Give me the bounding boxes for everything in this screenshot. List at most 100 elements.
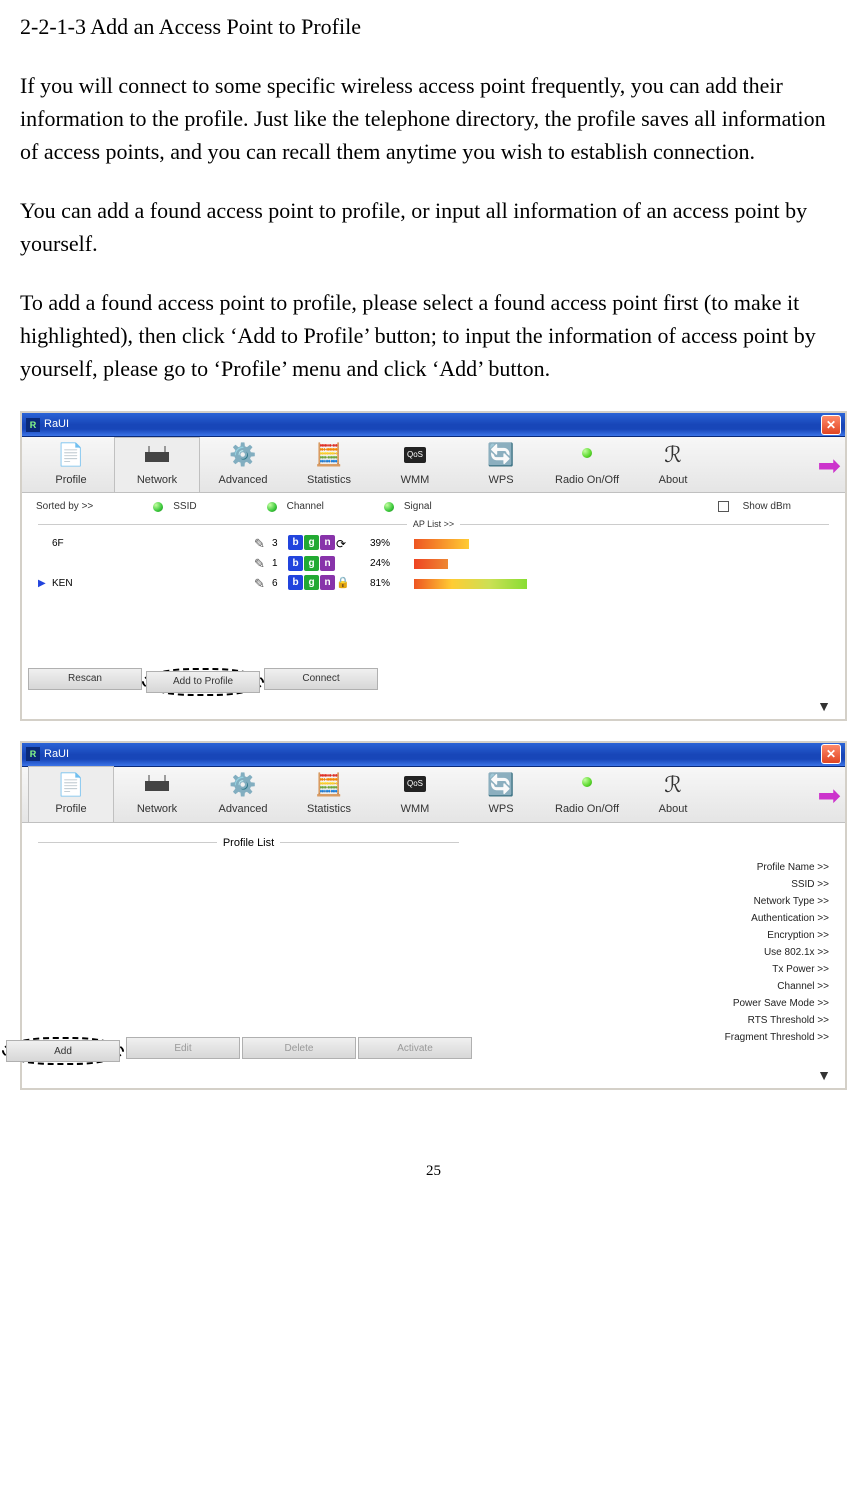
radio-dot-icon[interactable] [267,502,277,512]
activate-button[interactable]: Activate [358,1037,472,1059]
app-icon: R [26,418,40,432]
ap-row[interactable]: ✎ 1 b g n 24% [28,554,839,574]
tab-advanced-label: Advanced [200,801,286,818]
tab-statistics-label: Statistics [286,472,372,489]
sort-channel[interactable]: Channel [287,499,324,514]
signal-bar [414,559,554,569]
tab-wmm[interactable]: QoS WMM [372,438,458,493]
mode-b-icon: b [288,575,303,590]
forward-arrow-icon[interactable]: ➡ [818,445,841,487]
delete-button[interactable]: Delete [242,1037,356,1059]
tab-network[interactable]: Network [114,767,200,822]
tab-profile[interactable]: 📄 Profile [28,438,114,493]
show-dbm-checkbox[interactable] [718,501,729,512]
mode-b-icon: b [288,556,303,571]
rescan-button[interactable]: Rescan [28,668,142,690]
tab-statistics-label: Statistics [286,801,372,818]
tab-network-label: Network [114,801,200,818]
detail-rts: RTS Threshold >> [472,1012,829,1029]
profile-icon: 📄 [28,440,114,470]
mode-n-icon: n [320,556,335,571]
tab-network[interactable]: Network [114,437,200,493]
radio-dot-icon[interactable] [384,502,394,512]
radio-dot-icon[interactable] [153,502,163,512]
tab-wmm[interactable]: QoS WMM [372,767,458,822]
page-number: 25 [20,1160,847,1183]
ap-list: 6F ✎ 3 b g n ⟳ 39% ✎ 1 b [28,534,839,664]
wand-icon: ✎ [254,534,270,554]
tab-network-label: Network [115,472,199,489]
tab-advanced-label: Advanced [200,472,286,489]
ap-channel: 1 [272,556,286,571]
sort-signal[interactable]: Signal [404,499,432,514]
tab-statistics[interactable]: 🧮 Statistics [286,438,372,493]
add-button[interactable]: Add [6,1040,120,1062]
tab-wmm-label: WMM [372,801,458,818]
mode-g-icon: g [304,556,319,571]
signal-bar [414,539,554,549]
tab-radio-label: Radio On/Off [544,472,630,489]
screenshot-profile: R RaUI ✕ 📄 Profile Network ⚙️ Advanced 🧮… [20,741,847,1091]
tab-wps-label: WPS [458,472,544,489]
radio-icon [544,769,630,799]
ap-ssid: 6F [52,536,252,551]
mode-n-icon: n [320,535,335,550]
lock-icon: 🔒 [336,575,351,592]
tab-wps[interactable]: 🔄 WPS [458,767,544,822]
close-button[interactable]: ✕ [821,744,841,764]
window-titlebar: R RaUI ✕ [22,743,845,767]
tab-about[interactable]: ℛ About [630,767,716,822]
wmm-icon: QoS [372,769,458,799]
detail-tx-power: Tx Power >> [472,961,829,978]
tab-radio[interactable]: Radio On/Off [544,767,630,822]
statistics-icon: 🧮 [286,769,372,799]
about-icon: ℛ [630,440,716,470]
connected-marker: ▶ [38,576,50,591]
app-icon: R [26,747,40,761]
ap-signal-pct: 39% [370,536,412,551]
profile-button-row: Add Edit Delete Activate [28,1037,472,1065]
tab-about-label: About [630,801,716,818]
ap-row[interactable]: ▶ KEN ✎ 6 b g n 🔒 81% [28,574,839,594]
tab-advanced[interactable]: ⚙️ Advanced [200,438,286,493]
network-body: Sorted by >> SSID Channel Signal Show dB… [22,493,845,719]
profile-list-divider: Profile List [38,835,459,852]
window-title: RaUI [44,746,69,763]
tab-about[interactable]: ℛ About [630,438,716,493]
expand-toggle[interactable]: ▼ [28,696,839,719]
paragraph-3: To add a found access point to profile, … [20,286,847,385]
tab-radio[interactable]: Radio On/Off [544,438,630,493]
ap-channel: 3 [272,536,286,551]
highlight-oval: Add [2,1037,124,1065]
advanced-icon: ⚙️ [200,440,286,470]
main-toolbar: 📄 Profile Network ⚙️ Advanced 🧮 Statisti… [22,767,845,823]
tab-profile-label: Profile [29,801,113,818]
add-to-profile-button[interactable]: Add to Profile [146,671,260,693]
tab-about-label: About [630,472,716,489]
profile-list[interactable] [36,853,464,1033]
signal-bar [414,579,554,589]
statistics-icon: 🧮 [286,440,372,470]
expand-toggle[interactable]: ▼ [28,1065,839,1088]
connect-button[interactable]: Connect [264,668,378,690]
detail-ssid: SSID >> [472,876,829,893]
tab-wps-label: WPS [458,801,544,818]
ap-row[interactable]: 6F ✎ 3 b g n ⟳ 39% [28,534,839,554]
detail-frag: Fragment Threshold >> [472,1029,829,1046]
tab-statistics[interactable]: 🧮 Statistics [286,767,372,822]
mode-g-icon: g [304,535,319,550]
tab-profile[interactable]: 📄 Profile [28,766,114,822]
forward-arrow-icon[interactable]: ➡ [818,775,841,817]
close-button[interactable]: ✕ [821,415,841,435]
wmm-icon: QoS [372,440,458,470]
sort-ssid[interactable]: SSID [173,499,196,514]
mode-g-icon: g [304,575,319,590]
detail-network-type: Network Type >> [472,893,829,910]
wand-icon: ✎ [254,554,270,574]
screenshot-network: R RaUI ✕ 📄 Profile Network ⚙️ Advanced 🧮… [20,411,847,721]
wps-icon: 🔄 [458,769,544,799]
edit-button[interactable]: Edit [126,1037,240,1059]
tab-advanced[interactable]: ⚙️ Advanced [200,767,286,822]
tab-wps[interactable]: 🔄 WPS [458,438,544,493]
mode-b-icon: b [288,535,303,550]
